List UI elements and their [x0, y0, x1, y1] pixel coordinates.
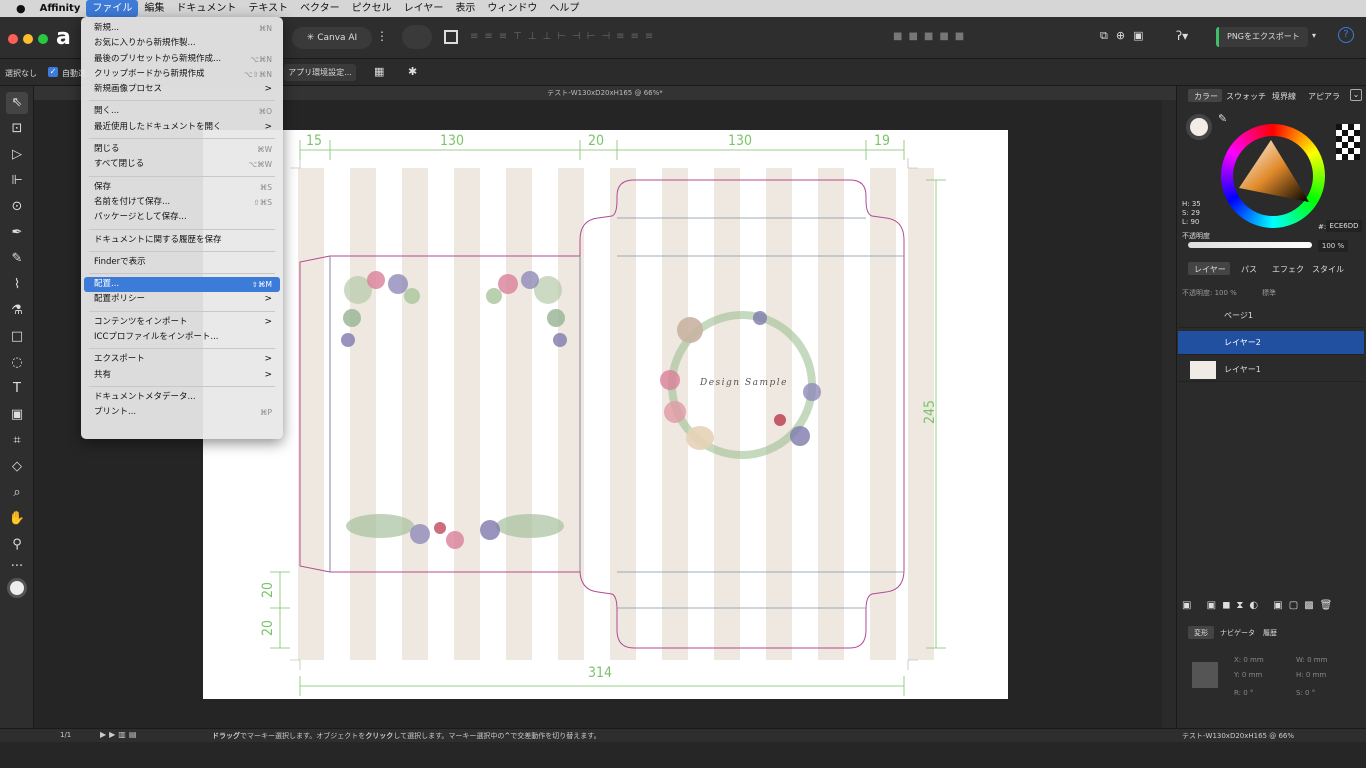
panel-menu-icon[interactable]: ⌄ [1350, 89, 1362, 101]
hex-label: #: [1318, 223, 1327, 231]
menu-item-print[interactable]: プリント... ⌘P [84, 405, 280, 420]
layer-row-layer2[interactable]: レイヤー2 [1178, 331, 1364, 355]
lightness-value: L: 90 [1182, 218, 1200, 226]
menu-separator [89, 138, 275, 140]
dimension-label: 20 [588, 133, 605, 149]
dimension-label: 20 [260, 619, 277, 637]
transform-x[interactable]: X: 0 mm [1234, 656, 1264, 664]
opacity-slider[interactable] [1188, 242, 1312, 248]
hue-value: H: 35 [1182, 200, 1201, 208]
menu-item-open[interactable]: 開く... ⌘O [84, 104, 280, 119]
menu-item-close[interactable]: 閉じる ⌘W [84, 142, 280, 157]
tab-appearance[interactable]: アピアラ [1308, 91, 1340, 102]
menu-separator [89, 228, 275, 230]
transform-y[interactable]: Y: 0 mm [1234, 671, 1262, 679]
tab-styles[interactable]: スタイル [1312, 264, 1344, 275]
saturation-value: S: 29 [1182, 209, 1200, 217]
tab-transform-label: 変形 [1194, 629, 1208, 637]
eyedropper-icon[interactable]: ✎ [1218, 112, 1227, 125]
transform-w[interactable]: W: 0 mm [1296, 656, 1327, 664]
menu-item-import-icc[interactable]: ICCプロファイルをインポート... [84, 330, 280, 345]
menu-item-new[interactable]: 新規... ⌘N [84, 21, 280, 36]
menu-item-place[interactable]: 配置... ⇧⌘M [84, 277, 280, 293]
menu-item-export[interactable]: エクスポート > [84, 352, 280, 367]
menu-separator [89, 175, 275, 177]
menu-item-place-policy[interactable]: 配置ポリシー > [84, 292, 280, 307]
tab-effects[interactable]: エフェク [1272, 264, 1304, 275]
menu-item-import-content[interactable]: コンテンツをインポート > [84, 315, 280, 330]
menu-item-save[interactable]: 保存 ⌘S [84, 180, 280, 195]
menu-item-save-package[interactable]: パッケージとして保存... [84, 210, 280, 225]
menu-item-save-history[interactable]: ドキュメントに関する履歴を保存 [84, 233, 280, 248]
dimension-label: 19 [874, 133, 891, 149]
fill-stroke-swatch-icon[interactable] [1186, 114, 1212, 140]
dimension-label: 130 [728, 133, 753, 149]
tab-layers-label: レイヤー [1194, 265, 1226, 274]
status-document-zoom: テスト-W130xD20xH165 @ 66% [1182, 732, 1295, 740]
menu-separator [89, 310, 275, 312]
floral-top-right [486, 271, 567, 347]
transform-rotation[interactable]: R: 0 ° [1234, 689, 1253, 697]
menu-item-show-in-finder[interactable]: Finderで表示 [84, 255, 280, 270]
menu-separator [89, 100, 275, 102]
menu-item-close-all[interactable]: すべて閉じる ⌥⌘W [84, 157, 280, 172]
dimension-label: 245 [922, 399, 939, 425]
layer-row-layer1[interactable]: レイヤー1 [1178, 358, 1364, 382]
opacity-label: 不透明度 [1182, 232, 1210, 240]
menu-separator [89, 385, 275, 387]
menu-item-new-from-last-preset[interactable]: 最後のプリセットから新規作成... ⌥⌘N [84, 52, 280, 67]
tab-stroke[interactable]: 境界線 [1272, 91, 1296, 102]
transform-h[interactable]: H: 0 mm [1296, 671, 1326, 679]
menu-separator [89, 273, 275, 275]
hex-input[interactable]: ECE6DD [1326, 220, 1362, 232]
color-preview-swatch [1336, 124, 1360, 160]
floral-top-left [341, 271, 420, 347]
layer-row-page1[interactable]: ページ1 [1178, 304, 1364, 328]
layers-actions-icons[interactable]: ▣ ▣◼⧗◐ ▣▢▩🗑 [1182, 600, 1362, 614]
dimension-label: 15 [306, 133, 323, 149]
tab-history[interactable]: 履歴 [1263, 628, 1277, 638]
floral-bottom [346, 514, 564, 549]
blend-mode-select[interactable]: 標準 [1262, 288, 1276, 298]
page-indicator: 1/1 [60, 731, 72, 739]
layer-thumbnail [1190, 361, 1216, 379]
menu-item-save-as[interactable]: 名前を付けて保存... ⇧⌘S [84, 195, 280, 210]
file-menu-dropdown: 新規... ⌘N お気に入りから新規作製... 最後のプリセットから新規作成...… [81, 17, 283, 439]
menu-item-share[interactable]: 共有 > [84, 368, 280, 383]
menu-item-document-metadata[interactable]: ドキュメントメタデータ... [84, 390, 280, 405]
page-navigation-icons[interactable]: ▶▶▥▤ [100, 730, 139, 739]
transform-shear[interactable]: S: 0 ° [1296, 689, 1315, 697]
color-triangle[interactable] [1233, 136, 1313, 216]
tab-paths[interactable]: パス [1241, 264, 1257, 275]
menu-separator [89, 348, 275, 350]
design-sample-text: Design Sample [700, 378, 788, 388]
tab-swatches[interactable]: スウォッチ [1226, 91, 1266, 102]
menu-item-new-image-process[interactable]: 新規画像プロセス > [84, 82, 280, 97]
layer-opacity[interactable]: 不透明度: 100 % [1182, 288, 1237, 298]
menu-item-open-recent[interactable]: 最近使用したドキュメントを開く > [84, 120, 280, 135]
dimension-label: 130 [440, 133, 465, 149]
menu-item-new-from-favorite[interactable]: お気に入りから新規作製... [84, 36, 280, 51]
fold-lines [329, 217, 904, 609]
dieline [299, 179, 905, 649]
status-bar: 1/1 ▶▶▥▤ ドラッグでマーキー選択します。オブジェクトをクリックして選択し… [0, 728, 1366, 742]
anchor-selector[interactable] [1192, 662, 1218, 688]
opacity-input[interactable]: 100 % [1318, 240, 1348, 252]
dimension-label: 20 [260, 581, 277, 599]
status-hint: ドラッグでマーキー選択します。オブジェクトをクリックして選択します。マーキー選択… [212, 732, 601, 740]
dimension-label: 314 [588, 665, 613, 681]
menu-separator [89, 250, 275, 252]
tab-color-label: カラー [1194, 92, 1218, 101]
bottom-bar [0, 742, 1366, 768]
menu-item-new-from-clipboard[interactable]: クリップボードから新規作成 ⌥⇧⌘N [84, 67, 280, 82]
tab-navigator[interactable]: ナビゲータ [1220, 628, 1255, 638]
dimension-lines [270, 140, 946, 696]
